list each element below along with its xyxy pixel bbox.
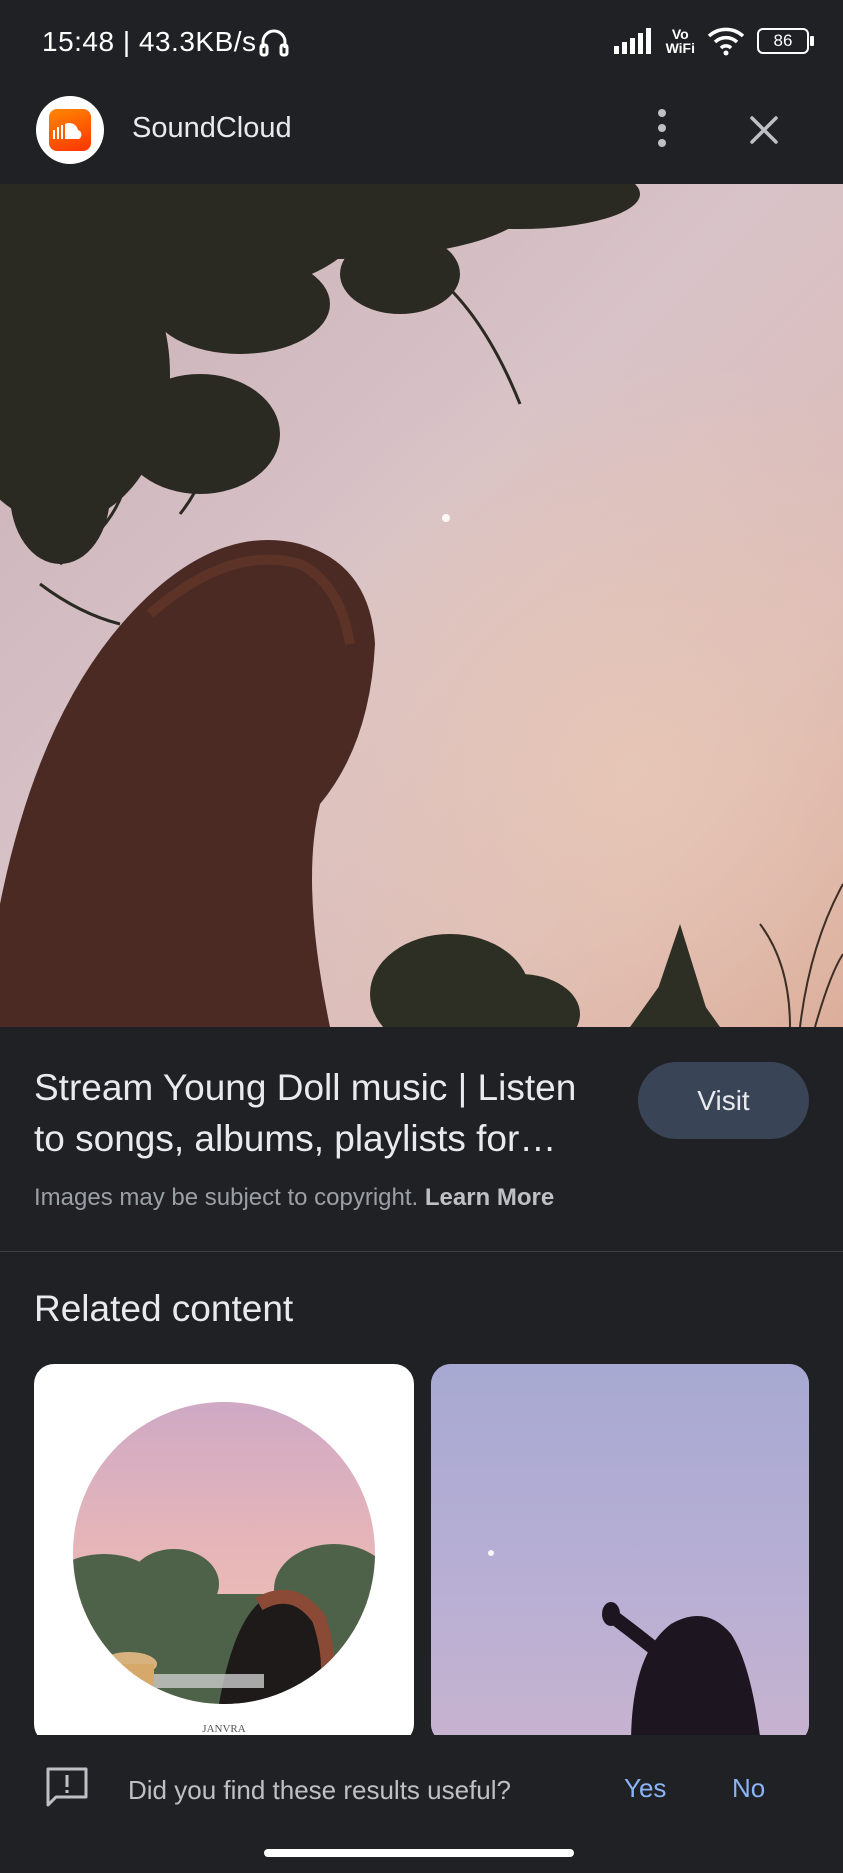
signal-icon bbox=[613, 28, 651, 54]
visit-button[interactable]: Visit bbox=[638, 1062, 809, 1139]
result-image[interactable] bbox=[0, 184, 843, 1027]
feedback-icon bbox=[46, 1767, 88, 1807]
close-icon[interactable] bbox=[744, 110, 784, 150]
status-bar: 15:48 | 43.3KB/s Vo WiFi 86 bbox=[0, 0, 843, 90]
copyright-notice: Images may be subject to copyright. Lear… bbox=[34, 1184, 554, 1212]
vowifi-indicator: Vo WiFi bbox=[666, 27, 695, 55]
related-card-2[interactable] bbox=[431, 1364, 809, 1744]
status-right-group: Vo WiFi 86 bbox=[613, 26, 814, 56]
vowifi-bottom: WiFi bbox=[665, 40, 695, 56]
soundcloud-logo-icon bbox=[36, 96, 104, 164]
battery-indicator: 86 bbox=[757, 28, 814, 54]
related-card-1[interactable]: JANVRA bbox=[34, 1364, 414, 1744]
feedback-question: Did you find these results useful? bbox=[128, 1775, 511, 1805]
feedback-no-button[interactable]: No bbox=[732, 1773, 765, 1804]
card1-caption: JANVRA bbox=[202, 1723, 245, 1735]
more-options-icon[interactable] bbox=[648, 98, 676, 158]
headphones-icon bbox=[259, 29, 289, 57]
home-indicator[interactable] bbox=[264, 1849, 574, 1857]
learn-more-link[interactable]: Learn More bbox=[425, 1184, 554, 1211]
copyright-text: Images may be subject to copyright. bbox=[34, 1184, 425, 1211]
related-content-heading: Related content bbox=[34, 1288, 294, 1329]
section-divider bbox=[0, 1251, 843, 1252]
vowifi-top: Vo bbox=[671, 26, 689, 42]
viewer-header: SoundCloud bbox=[0, 90, 843, 184]
battery-level: 86 bbox=[773, 31, 793, 50]
site-name[interactable]: SoundCloud bbox=[132, 112, 292, 145]
status-time-speed: 15:48 | 43.3KB/s bbox=[42, 26, 257, 57]
wifi-icon bbox=[707, 27, 745, 56]
result-title[interactable]: Stream Young Doll music | Listen to song… bbox=[34, 1062, 614, 1164]
feedback-yes-button[interactable]: Yes bbox=[624, 1773, 666, 1804]
